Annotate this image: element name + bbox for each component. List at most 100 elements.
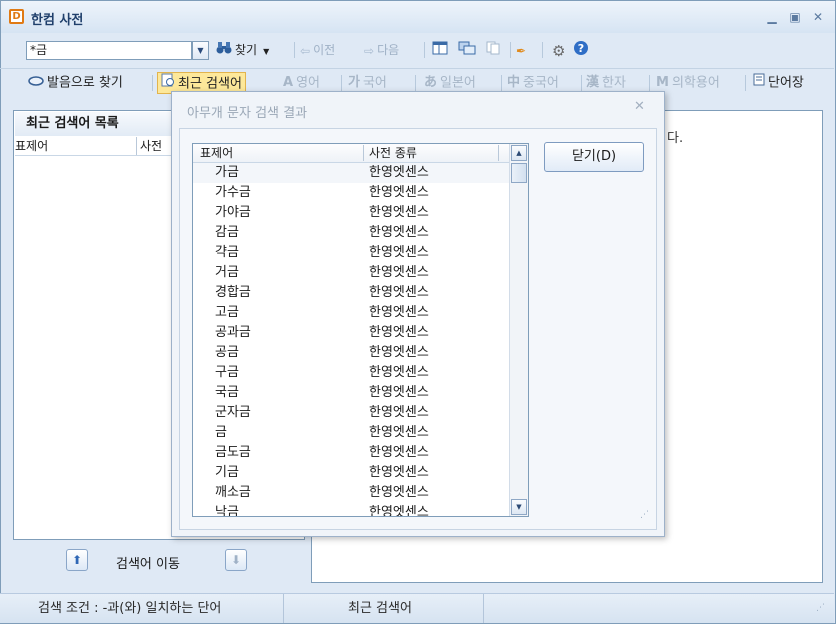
row-dictionary-type: 한영엣센스 — [369, 245, 429, 260]
row-dictionary-type: 한영엣센스 — [369, 505, 429, 517]
result-message: 다. — [667, 131, 684, 146]
ear-icon — [28, 72, 44, 94]
table-row[interactable]: 가수금 한영엣센스 — [193, 183, 509, 203]
tab-label: 의학용어 — [671, 75, 720, 91]
help-button[interactable]: ? — [573, 40, 592, 60]
table-row[interactable]: 가야금 한영엣센스 — [193, 203, 509, 223]
layout-button[interactable] — [432, 40, 451, 60]
row-headword: 공금 — [215, 345, 239, 360]
tab-label: 최근 검색어 — [178, 76, 242, 92]
find-button[interactable]: 찾기 ▼ — [216, 40, 269, 60]
close-button[interactable]: 닫기(D) — [544, 142, 644, 172]
column-divider[interactable] — [498, 145, 499, 161]
table-row[interactable]: 감금 한영엣센스 — [193, 223, 509, 243]
divider — [152, 75, 153, 91]
row-dictionary-type: 한영엣센스 — [369, 425, 429, 440]
row-dictionary-type: 한영엣센스 — [369, 385, 429, 400]
settings-button[interactable]: ⚙ — [552, 40, 568, 60]
arrow-up-icon: ⬆ — [71, 553, 83, 567]
tab-label: 국어 — [362, 75, 387, 91]
chevron-down-icon: ▼ — [263, 47, 270, 56]
divider — [510, 42, 511, 58]
column-divider[interactable] — [363, 145, 364, 161]
highlighter-icon: ✒ — [516, 43, 527, 58]
table-row[interactable]: 국금 한영엣센스 — [193, 383, 509, 403]
result-rows: 가금 한영엣센스 가수금 한영엣센스 가야금 한영엣센스 감금 한영엣센스 갹금 한영엣센스 거금 한… — [193, 163, 509, 517]
dialog-close-icon[interactable]: ✕ — [634, 99, 645, 114]
row-dictionary-type: 한영엣센스 — [369, 405, 429, 420]
table-row[interactable]: 기금 한영엣센스 — [193, 463, 509, 483]
next-button[interactable]: ⇨ 다음 — [364, 40, 399, 60]
table-row[interactable]: 구금 한영엣센스 — [193, 363, 509, 383]
row-headword: 가수금 — [215, 185, 251, 200]
window-title: 한컴 사전 — [31, 13, 84, 28]
arrow-right-icon: ⇨ — [364, 43, 375, 58]
table-row[interactable]: 공금 한영엣센스 — [193, 343, 509, 363]
result-list-header: 표제어 사전 종류 — [193, 144, 509, 163]
row-dictionary-type: 한영엣센스 — [369, 205, 429, 220]
search-dropdown-button[interactable]: ▼ — [192, 41, 209, 60]
column-headword[interactable]: 표제어 — [200, 144, 233, 162]
column-dictionary[interactable]: 사전 — [136, 137, 162, 155]
scroll-thumb[interactable] — [511, 163, 527, 183]
highlight-button[interactable]: ✒ — [516, 40, 529, 60]
tab-medical[interactable]: M 의학용어 — [656, 72, 720, 94]
row-headword: 군자금 — [215, 405, 251, 420]
row-headword: 깨소금 — [215, 485, 251, 500]
find-label: 찾기 — [235, 43, 258, 57]
layout-icon — [432, 41, 448, 61]
row-dictionary-type: 한영엣센스 — [369, 265, 429, 280]
resize-grip-icon[interactable]: ⋰ — [816, 594, 825, 623]
result-scrollbar[interactable]: ▲ ▼ — [509, 144, 528, 516]
divider — [415, 75, 416, 91]
table-row[interactable]: 가금 한영엣센스 — [193, 163, 509, 183]
divider — [649, 75, 650, 91]
row-dictionary-type: 한영엣센스 — [369, 345, 429, 360]
binoculars-icon — [216, 41, 232, 61]
table-row[interactable]: 낙금 한영엣센스 — [193, 503, 509, 517]
prev-button[interactable]: ⇦ 이전 — [300, 40, 335, 60]
table-row[interactable]: 군자금 한영엣센스 — [193, 403, 509, 423]
tab-label: 한자 — [602, 75, 626, 91]
row-dictionary-type: 한영엣센스 — [369, 225, 429, 240]
result-list[interactable]: 표제어 사전 종류 가금 한영엣센스 가수금 한영엣센스 가야금 한영엣센스 감금 한영엣센스… — [192, 143, 529, 517]
status-mode: 최근 검색어 — [348, 601, 412, 616]
scroll-down-button[interactable]: ▼ — [511, 499, 527, 515]
minimize-icon[interactable]: ▁ — [764, 10, 780, 24]
table-row[interactable]: 거금 한영엣센스 — [193, 263, 509, 283]
dictionary-window-button[interactable] — [458, 40, 479, 60]
column-dictionary-type[interactable]: 사전 종류 — [369, 144, 417, 162]
tab-pronunciation[interactable]: 발음으로 찾기 — [28, 72, 123, 94]
row-dictionary-type: 한영엣센스 — [369, 365, 429, 380]
divider — [501, 75, 502, 91]
divider — [542, 42, 543, 58]
table-row[interactable]: 금 한영엣센스 — [193, 423, 509, 443]
gear-icon: ⚙ — [552, 41, 566, 60]
row-headword: 거금 — [215, 265, 239, 280]
copy-button[interactable] — [486, 40, 503, 60]
maximize-icon[interactable]: ▣ — [787, 10, 803, 24]
row-dictionary-type: 한영엣센스 — [369, 465, 429, 480]
move-down-button[interactable]: ⬇ — [225, 549, 247, 571]
scroll-up-button[interactable]: ▲ — [511, 145, 527, 161]
table-row[interactable]: 경합금 한영엣센스 — [193, 283, 509, 303]
table-row[interactable]: 공과금 한영엣센스 — [193, 323, 509, 343]
move-up-button[interactable]: ⬆ — [66, 549, 88, 571]
column-headword[interactable]: 표제어 — [15, 137, 48, 155]
tab-wordbook[interactable]: 단어장 — [753, 72, 804, 94]
help-icon: ? — [573, 40, 589, 62]
row-headword: 고금 — [215, 305, 239, 320]
table-row[interactable]: 고금 한영엣센스 — [193, 303, 509, 323]
row-headword: 구금 — [215, 365, 239, 380]
dialog-title: 아무개 문자 검색 결과 — [187, 106, 308, 121]
row-dictionary-type: 한영엣센스 — [369, 485, 429, 500]
copy-icon — [486, 41, 500, 61]
search-input[interactable]: *금 — [26, 41, 192, 60]
table-row[interactable]: 깨소금 한영엣센스 — [193, 483, 509, 503]
table-row[interactable]: 금도금 한영엣센스 — [193, 443, 509, 463]
close-icon[interactable]: ✕ — [810, 10, 826, 24]
dialog-resize-grip-icon[interactable]: ⋰ — [640, 510, 649, 520]
table-row[interactable]: 갹금 한영엣센스 — [193, 243, 509, 263]
windows-icon — [458, 41, 476, 61]
divider — [424, 42, 425, 58]
